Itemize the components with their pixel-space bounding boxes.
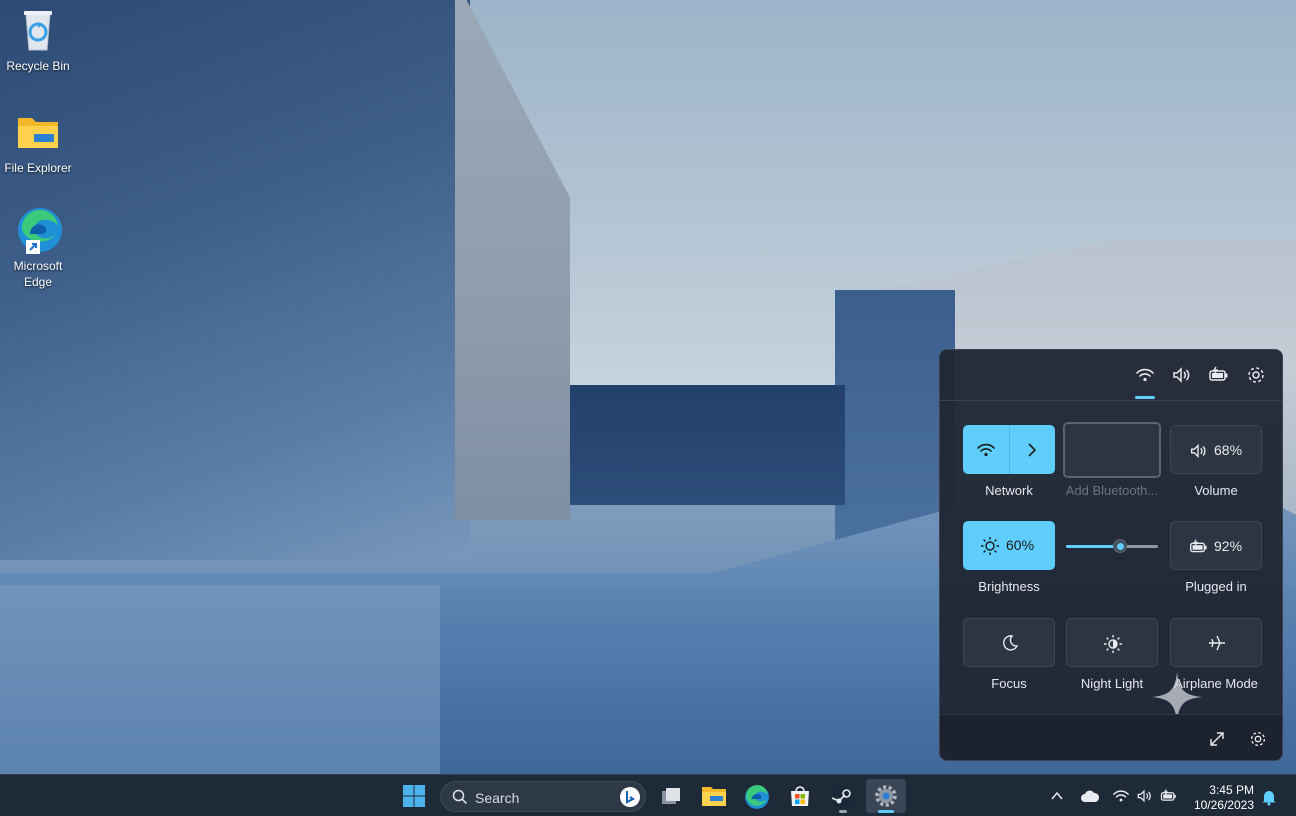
recycle-bin-icon	[14, 6, 62, 54]
battery-tile[interactable]: 92%	[1170, 521, 1262, 570]
volume-icon[interactable]	[1170, 364, 1192, 386]
brightness-label: Brightness	[978, 579, 1040, 594]
wifi-icon[interactable]	[1111, 787, 1131, 810]
battery-value: 92%	[1214, 538, 1243, 554]
moon-icon	[1001, 634, 1019, 657]
volume-icon	[1188, 441, 1208, 466]
quick-settings-footer	[940, 714, 1282, 760]
volume-tile[interactable]: 68%	[1170, 425, 1262, 474]
store-icon	[788, 784, 812, 813]
battery-charging-icon	[1187, 537, 1209, 562]
search-placeholder: Search	[475, 790, 520, 806]
file-explorer-button[interactable]	[696, 779, 732, 813]
task-view-button[interactable]	[653, 779, 689, 813]
battery-label: Plugged in	[1185, 579, 1247, 594]
settings-icon	[874, 784, 898, 813]
steam-button[interactable]	[825, 779, 861, 813]
bluetooth-label: Add Bluetooth...	[1065, 483, 1159, 498]
bluetooth-tile[interactable]	[1063, 422, 1161, 478]
brightness-tile[interactable]: 60%	[963, 521, 1055, 570]
desktop-icon-file-explorer[interactable]: File Explorer	[0, 108, 76, 176]
store-button[interactable]	[782, 779, 818, 813]
clock-date: 10/26/2023	[1193, 798, 1254, 812]
wifi-icon	[975, 440, 997, 465]
airplane-tile[interactable]	[1170, 618, 1262, 667]
desktop-icon-label: File Explorer	[4, 161, 72, 175]
quick-settings-panel: Network Add Bluetooth... 68% Volume 60% …	[939, 349, 1283, 761]
focus-tile[interactable]	[963, 618, 1055, 667]
edge-button[interactable]	[739, 779, 775, 813]
windows-logo-icon	[402, 784, 426, 813]
settings-gear-icon[interactable]	[1248, 729, 1268, 754]
volume-label: Volume	[1194, 483, 1238, 498]
bing-icon[interactable]	[619, 786, 641, 813]
chevron-right-icon[interactable]	[1025, 440, 1039, 465]
task-view-icon	[660, 785, 682, 812]
desktop-icon-edge[interactable]: Microsoft Edge	[0, 206, 76, 290]
active-tab-indicator	[1135, 396, 1155, 399]
sun-icon	[980, 536, 1000, 561]
desktop-icon-label: Microsoft Edge	[13, 259, 63, 289]
chevron-up-icon[interactable]	[1050, 789, 1064, 808]
night-light-icon	[1103, 634, 1123, 659]
folder-icon	[14, 108, 62, 156]
search-icon	[452, 789, 468, 810]
network-label: Network	[985, 483, 1033, 498]
battery-charging-icon[interactable]	[1207, 364, 1229, 386]
gear-icon[interactable]	[1245, 364, 1267, 386]
wifi-icon[interactable]	[1134, 364, 1156, 386]
clock[interactable]: 3:45 PM 10/26/2023	[1194, 783, 1254, 813]
edge-icon	[14, 206, 62, 254]
network-tile[interactable]	[963, 425, 1055, 474]
taskbar: Search 3:45 PM 10/26/2023	[0, 774, 1296, 816]
quick-settings-header	[940, 350, 1282, 401]
onedrive-icon[interactable]	[1080, 789, 1100, 808]
desktop-icon-label: Recycle Bin	[6, 59, 70, 73]
volume-icon[interactable]	[1134, 787, 1154, 810]
brightness-slider[interactable]	[1066, 536, 1158, 556]
file-explorer-icon	[701, 784, 727, 813]
brightness-value: 60%	[1006, 537, 1035, 553]
notification-bell-icon[interactable]	[1261, 788, 1277, 811]
start-button[interactable]	[396, 779, 432, 813]
taskbar-search[interactable]: Search	[440, 781, 646, 812]
settings-button[interactable]	[866, 779, 906, 813]
night-light-tile[interactable]	[1066, 618, 1158, 667]
slider-thumb[interactable]	[1113, 539, 1127, 553]
airplane-icon	[1207, 633, 1227, 658]
desktop-icon-recycle-bin[interactable]: Recycle Bin	[0, 6, 76, 74]
night-light-label: Night Light	[1080, 676, 1144, 691]
battery-charging-icon[interactable]	[1158, 787, 1178, 810]
volume-value: 68%	[1214, 442, 1243, 458]
focus-label: Focus	[991, 676, 1027, 691]
edge-icon	[744, 784, 770, 815]
clock-time: 3:45 PM	[1209, 783, 1254, 797]
expand-icon[interactable]	[1207, 729, 1227, 754]
